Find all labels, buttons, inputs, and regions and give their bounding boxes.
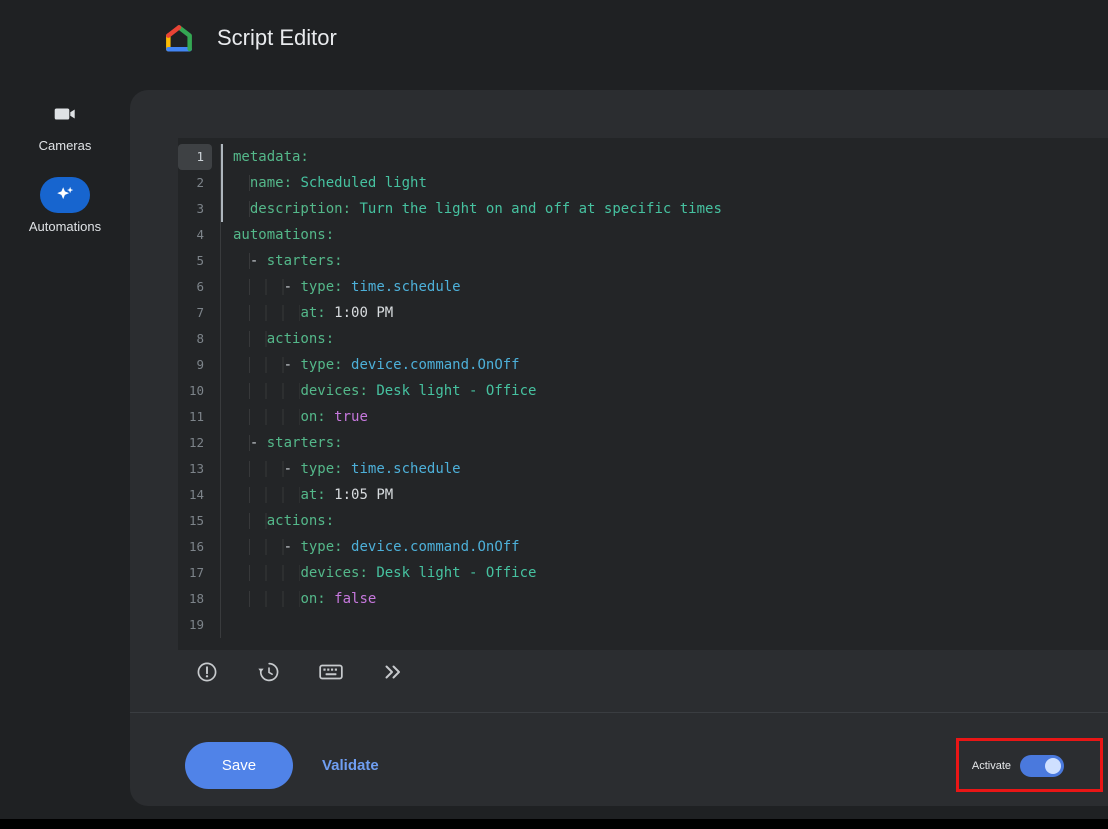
code-text: actions: (220, 508, 334, 534)
code-text: - type: time.schedule (220, 456, 461, 482)
sidebar-item-cameras[interactable]: Cameras (39, 96, 92, 153)
google-home-logo (163, 22, 195, 54)
script-editor-app: Script Editor Cameras Automations 1meta (0, 0, 1108, 829)
line-number: 13 (178, 456, 212, 482)
code-line[interactable]: 5 - starters: (178, 248, 1108, 274)
code-lines: 1metadata:2 name: Scheduled light3 descr… (178, 138, 1108, 638)
line-number: 7 (178, 300, 212, 326)
line-number: 11 (178, 404, 212, 430)
line-number: 9 (178, 352, 212, 378)
code-line[interactable]: 7 at: 1:00 PM (178, 300, 1108, 326)
code-line[interactable]: 17 devices: Desk light - Office (178, 560, 1108, 586)
line-number: 1 (178, 144, 212, 170)
code-line[interactable]: 14 at: 1:05 PM (178, 482, 1108, 508)
keyboard-icon[interactable] (314, 655, 348, 689)
code-line[interactable]: 11 on: true (178, 404, 1108, 430)
line-number: 18 (178, 586, 212, 612)
app-header: Script Editor (163, 22, 337, 54)
code-line[interactable]: 10 devices: Desk light - Office (178, 378, 1108, 404)
code-line[interactable]: 8 actions: (178, 326, 1108, 352)
code-line[interactable]: 16 - type: device.command.OnOff (178, 534, 1108, 560)
code-line[interactable]: 18 on: false (178, 586, 1108, 612)
save-button[interactable]: Save (185, 742, 293, 789)
code-text: - type: device.command.OnOff (220, 534, 520, 560)
line-number: 19 (178, 612, 212, 638)
divider (130, 712, 1108, 713)
code-text: description: Turn the light on and off a… (220, 196, 722, 222)
line-number: 3 (178, 196, 212, 222)
code-text: - starters: (220, 430, 343, 456)
line-number: 6 (178, 274, 212, 300)
code-line[interactable]: 9 - type: device.command.OnOff (178, 352, 1108, 378)
code-text: at: 1:00 PM (220, 300, 393, 326)
page-title: Script Editor (217, 25, 337, 51)
line-number: 5 (178, 248, 212, 274)
history-icon[interactable] (252, 655, 286, 689)
line-number: 14 (178, 482, 212, 508)
code-line[interactable]: 12 - starters: (178, 430, 1108, 456)
code-line[interactable]: 2 name: Scheduled light (178, 170, 1108, 196)
code-line[interactable]: 3 description: Turn the light on and off… (178, 196, 1108, 222)
activate-toggle[interactable] (1020, 755, 1064, 777)
activate-group: Activate (972, 742, 1064, 789)
code-editor[interactable]: 1metadata:2 name: Scheduled light3 descr… (178, 138, 1108, 650)
toggle-knob (1045, 758, 1061, 774)
editor-toolbar (190, 654, 410, 690)
code-text: on: false (220, 586, 376, 612)
problems-icon[interactable] (190, 655, 224, 689)
sidebar-item-label: Cameras (39, 138, 92, 153)
bottom-strip (0, 819, 1108, 829)
code-text: - type: device.command.OnOff (220, 352, 520, 378)
code-line[interactable]: 1 metadata: (178, 144, 1108, 170)
activate-label: Activate (972, 760, 1011, 772)
code-text (220, 612, 233, 638)
line-number: 12 (178, 430, 212, 456)
code-line[interactable]: 19 (178, 612, 1108, 638)
sparkle-icon (40, 177, 90, 213)
line-number: 2 (178, 170, 212, 196)
code-text: actions: (220, 326, 334, 352)
code-line[interactable]: 4 automations: (178, 222, 1108, 248)
sidebar-item-label: Automations (29, 219, 101, 234)
code-text: - type: time.schedule (220, 274, 461, 300)
line-number: 15 (178, 508, 212, 534)
editor-panel: 1metadata:2 name: Scheduled light3 descr… (130, 90, 1108, 806)
line-number: 4 (178, 222, 212, 248)
code-text: at: 1:05 PM (220, 482, 393, 508)
code-text: automations: (220, 222, 334, 248)
code-line[interactable]: 15 actions: (178, 508, 1108, 534)
line-number: 10 (178, 378, 212, 404)
code-text: on: true (220, 404, 368, 430)
line-number: 8 (178, 326, 212, 352)
line-number: 16 (178, 534, 212, 560)
expand-icon[interactable] (376, 655, 410, 689)
validate-button[interactable]: Validate (322, 742, 379, 789)
code-line[interactable]: 13 - type: time.schedule (178, 456, 1108, 482)
code-text: metadata: (220, 144, 309, 170)
code-text: - starters: (220, 248, 343, 274)
code-text: devices: Desk light - Office (220, 378, 536, 404)
code-text: name: Scheduled light (220, 170, 427, 196)
sidebar: Cameras Automations (0, 90, 130, 258)
code-text: devices: Desk light - Office (220, 560, 536, 586)
line-number: 17 (178, 560, 212, 586)
camera-icon (40, 96, 90, 132)
sidebar-item-automations[interactable]: Automations (29, 177, 101, 234)
code-line[interactable]: 6 - type: time.schedule (178, 274, 1108, 300)
